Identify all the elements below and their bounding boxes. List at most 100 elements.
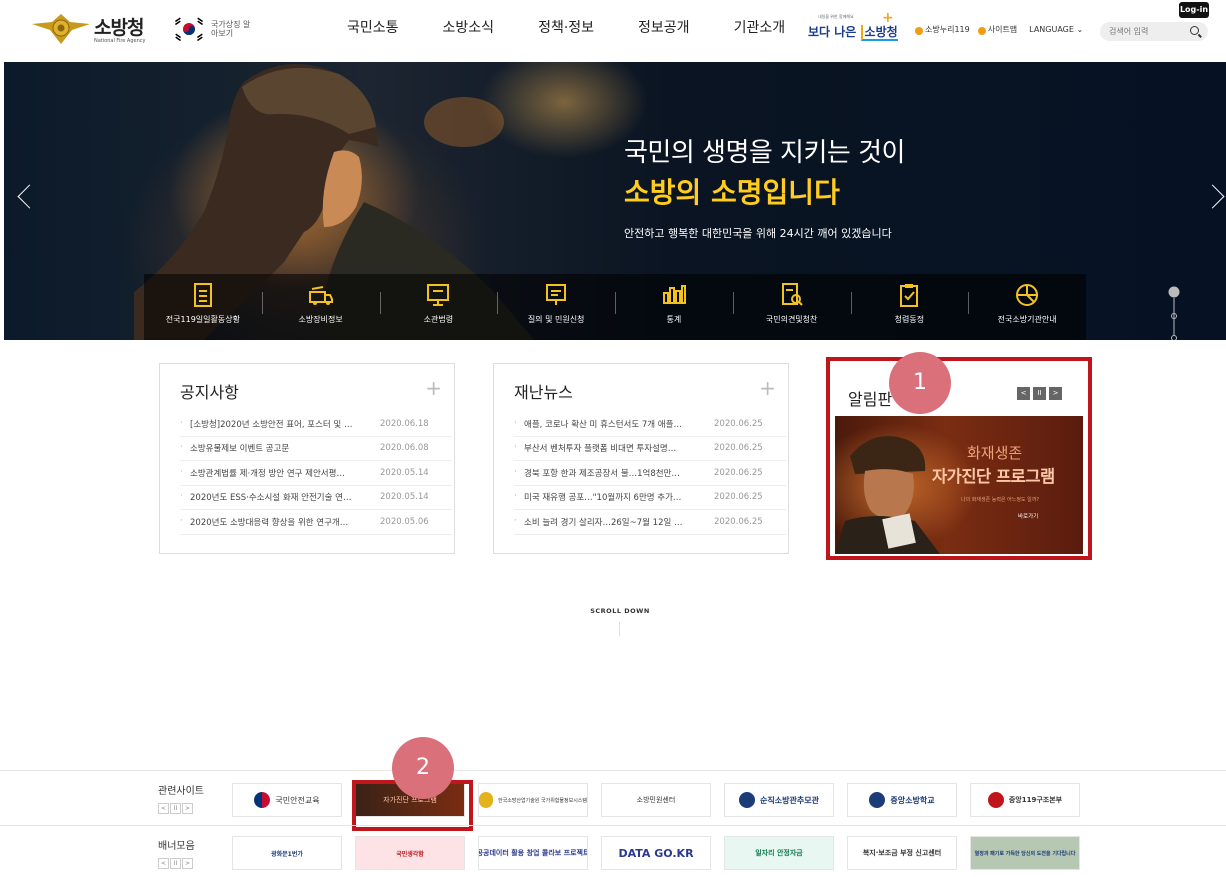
slider-prev-arrow-icon[interactable] <box>16 182 36 212</box>
quick-item-laws[interactable]: 소관법령 <box>379 274 498 340</box>
popup-controls: < II > <box>1017 387 1062 400</box>
disaster-news-board: 재난뉴스 + 애플, 코로나 확산 미 휴스턴서도 7개 애플…2020.06.… <box>493 363 789 554</box>
list-item-date: 2020.05.14 <box>380 467 429 478</box>
banner-open-data-collab[interactable]: 공공데이터 활용 창업 콜라보 프로젝트 <box>478 836 588 870</box>
nav-policy[interactable]: 정책·정보 <box>538 17 594 37</box>
popup-pause-button[interactable]: II <box>1033 387 1046 400</box>
banners-next-button[interactable]: > <box>182 858 193 869</box>
quick-item-agencies[interactable]: 전국소방기관안내 <box>968 274 1086 340</box>
popup-next-button[interactable]: > <box>1049 387 1062 400</box>
banner-label: DATA GO.KR <box>618 846 694 860</box>
nav-disclosure[interactable]: 정보공개 <box>638 17 690 37</box>
banners-pause-button[interactable]: II <box>170 858 181 869</box>
slider-next-arrow-icon[interactable] <box>1208 182 1226 212</box>
banners-controls: < II > <box>158 858 194 869</box>
list-item-date: 2020.05.06 <box>380 516 429 527</box>
banner-recruitment[interactable]: 열정과 패기로 가득한 당신의 도전을 기다립니다 <box>970 836 1080 870</box>
national-symbol-link[interactable]: 국가상징 알아보기 <box>173 16 251 42</box>
quick-label: 소관법령 <box>423 315 454 324</box>
related-prev-button[interactable]: < <box>158 803 169 814</box>
login-button[interactable]: Log-in <box>1179 2 1209 18</box>
banner-label: 일자리 안정자금 <box>755 849 803 857</box>
better-main-b: 소방청 <box>860 25 898 41</box>
search-input[interactable] <box>1109 25 1189 38</box>
more-plus-icon[interactable]: + <box>425 378 442 398</box>
search-icon[interactable] <box>1190 26 1199 35</box>
better-agency-banner[interactable]: 내일을 위한 함께해요 보다 나은 소방청 + <box>808 10 898 44</box>
nav-news[interactable]: 소방소식 <box>443 17 495 37</box>
banner-job-stability[interactable]: 일자리 안정자금 <box>724 836 834 870</box>
slide-indicator-icon[interactable] <box>1168 286 1180 340</box>
scroll-down-label[interactable]: SCROLL DOWN <box>575 607 665 615</box>
quick-label: 전국119일일활동상황 <box>165 315 240 324</box>
hero-text: 국민의 생명을 지키는 것이 소방의 소명입니다 안전하고 행복한 대한민국을 … <box>624 132 905 241</box>
list-item-date: 2020.06.25 <box>714 467 763 478</box>
list-item-title: 소방관계법률 제·개정 방안 연구 제안서평… <box>180 467 380 479</box>
banner-go-link[interactable]: 바로가기 <box>1018 512 1038 520</box>
banner-label: 국민생각함 <box>396 850 424 858</box>
taeguk-logo-icon <box>254 792 271 808</box>
quick-item-statistics[interactable]: 통계 <box>615 274 733 340</box>
list-item-title: [소방청]2020년 소방안전 표어, 포스터 및 … <box>180 418 380 430</box>
inquiry-icon <box>546 284 567 305</box>
banner-data-go-kr[interactable]: DATA GO.KR <box>601 836 711 870</box>
list-item[interactable]: 경북 포항 한과 제조공장서 불…1억8천만…2020.06.25 <box>514 461 786 486</box>
quick-item-equipment[interactable]: 소방장비정보 <box>261 274 380 340</box>
nav-about[interactable]: 기관소개 <box>734 17 786 37</box>
banners-title: 배너모음 <box>158 841 195 852</box>
better-main-a: 보다 나은 <box>808 25 857 39</box>
quick-item-opinions[interactable]: 국민의견및청찬 <box>732 274 851 340</box>
bar-chart-icon <box>662 285 686 304</box>
sobangnuri-link[interactable]: 소방누리119 <box>925 24 970 35</box>
memorial-emblem-icon <box>739 792 756 808</box>
related-pause-button[interactable]: II <box>170 803 181 814</box>
quick-menu: 전국119일일활동상황 소방장비정보 소관법령 질의 및 민원신청 통계 국민의… <box>144 274 1086 340</box>
document-icon <box>193 283 212 307</box>
fire-survival-banner[interactable]: 화재생존 자가진단 프로그램 나의 화재생존 능력은 어느정도 일까? 바로가기 <box>835 416 1083 554</box>
site-civil-service-center[interactable]: 소방민원센터 <box>601 783 711 817</box>
list-item[interactable]: 애플, 코로나 확산 미 휴스턴서도 7개 애플…2020.06.25 <box>514 412 786 437</box>
more-plus-icon[interactable]: + <box>759 378 776 398</box>
site-kfi[interactable]: 한국소방산업기술원 국가위험물정보시스템 <box>478 783 588 817</box>
site-rescue-headquarters[interactable]: 중앙119구조본부 <box>970 783 1080 817</box>
list-item[interactable]: 2020년도 ESS·수소시설 화재 안전기술 연…2020.05.14 <box>180 486 452 510</box>
list-item[interactable]: 2020년도 소방대응력 향상을 위한 연구개…2020.05.06 <box>180 510 452 535</box>
popup-prev-button[interactable]: < <box>1017 387 1030 400</box>
scroll-down-line <box>619 622 620 636</box>
sitemap-link[interactable]: 사이트맵 <box>988 24 1017 35</box>
banner-public-idea[interactable]: 국민생각함 <box>355 836 465 870</box>
quick-item-inquiry[interactable]: 질의 및 민원신청 <box>497 274 615 340</box>
site-fire-academy[interactable]: 중앙소방학교 <box>847 783 957 817</box>
related-next-button[interactable]: > <box>182 803 193 814</box>
language-select[interactable]: LANGUAGE ⌄ <box>1029 25 1083 34</box>
list-item[interactable]: 부산서 벤처투자 플랫폼 비대면 투자설명…2020.06.25 <box>514 437 786 461</box>
quick-item-daily-activity[interactable]: 전국119일일활동상황 <box>144 274 262 340</box>
related-sites-controls: < II > <box>158 803 194 814</box>
list-item-date: 2020.06.25 <box>714 443 763 454</box>
list-item-title: 2020년도 ESS·수소시설 화재 안전기술 연… <box>180 491 380 503</box>
list-item[interactable]: 소비 늘려 경기 살리자…26일~7월 12일 …2020.06.25 <box>514 510 786 535</box>
banners-prev-button[interactable]: < <box>158 858 169 869</box>
banner-title-2: 자가진단 프로그램 <box>932 467 1055 486</box>
site-label: 중앙소방학교 <box>890 795 935 805</box>
list-item-date: 2020.06.25 <box>714 492 763 503</box>
list-item[interactable]: [소방청]2020년 소방안전 표어, 포스터 및 …2020.06.18 <box>180 412 452 437</box>
firetruck-icon <box>308 286 333 305</box>
quick-item-integrity[interactable]: 청렴동정 <box>850 274 969 340</box>
list-item[interactable]: 미국 재유행 공포…"10월까지 6만명 추가…2020.06.25 <box>514 486 786 510</box>
nav-communication[interactable]: 국민소통 <box>347 17 399 37</box>
annotation-badge-2: 2 <box>392 737 454 799</box>
hero-description: 안전하고 행복한 대한민국을 위해 24시간 깨어 있겠습니다 <box>624 227 892 240</box>
list-item[interactable]: 소방유물제보 이벤트 공고문2020.06.08 <box>180 437 452 461</box>
quick-label: 전국소방기관안내 <box>997 315 1057 324</box>
banner-welfare-report[interactable]: 복지·보조금 부정 신고센터 <box>847 836 957 870</box>
banner-gwanghwamun[interactable]: 광화문1번가 <box>232 836 342 870</box>
site-memorial[interactable]: 순직소방관추모관 <box>724 783 834 817</box>
list-item[interactable]: 소방관계법률 제·개정 방안 연구 제안서평…2020.05.14 <box>180 461 452 486</box>
logo[interactable]: 소방청 National Fire Agency <box>30 10 145 46</box>
related-sites-row: 관련사이트 < II > 국민안전교육 자가진단 프로그램 한국소방산업기술원 … <box>0 770 1226 822</box>
site-safety-education[interactable]: 국민안전교육 <box>232 783 342 817</box>
list-item-date: 2020.05.14 <box>380 492 429 503</box>
quick-label: 질의 및 민원신청 <box>527 315 585 324</box>
logo-subtitle: National Fire Agency <box>94 37 146 44</box>
